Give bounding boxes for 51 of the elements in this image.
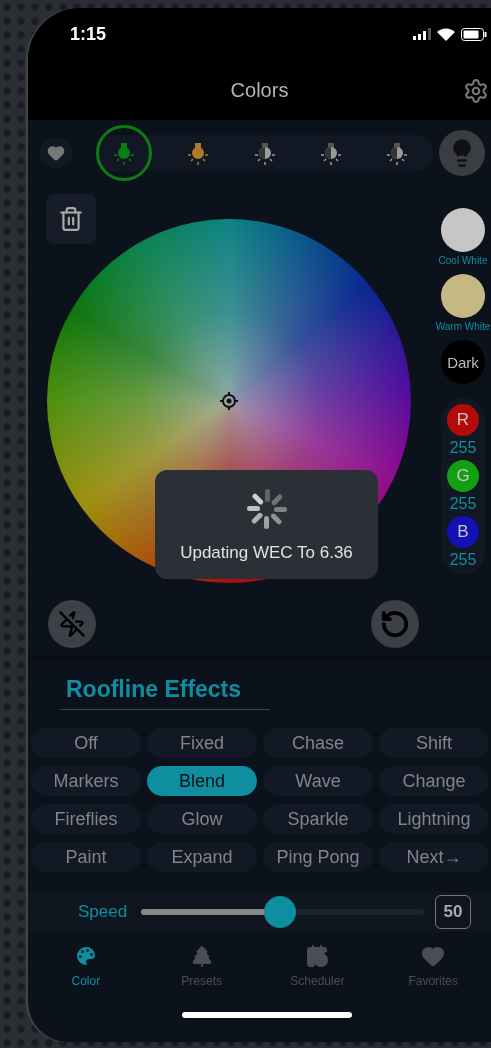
bulb-toggle-button[interactable] bbox=[439, 130, 485, 176]
channel-button[interactable]: R bbox=[447, 404, 479, 436]
effect-option[interactable]: Paint bbox=[31, 842, 141, 872]
heart-icon bbox=[421, 944, 446, 968]
speed-value: 50 bbox=[435, 895, 471, 929]
favorite-button[interactable] bbox=[40, 137, 72, 169]
reset-icon bbox=[380, 609, 410, 639]
color-swatch[interactable] bbox=[441, 274, 485, 318]
spinner-icon bbox=[244, 486, 289, 531]
effect-option[interactable]: Lightning bbox=[379, 804, 489, 834]
channel-button[interactable]: B bbox=[447, 516, 479, 548]
crosshair-icon[interactable] bbox=[220, 392, 238, 410]
speed-slider[interactable] bbox=[141, 896, 424, 928]
tab-item[interactable]: Color bbox=[35, 944, 136, 988]
effect-option[interactable]: Fixed bbox=[147, 728, 257, 758]
settings-icon[interactable] bbox=[463, 78, 489, 104]
effect-option[interactable]: Blend bbox=[147, 766, 257, 796]
effect-option[interactable]: Change bbox=[379, 766, 489, 796]
status-time: 1:15 bbox=[70, 23, 107, 45]
speed-label: Speed bbox=[78, 902, 129, 922]
swatch-label: Warm White bbox=[435, 321, 491, 332]
heart-icon bbox=[47, 144, 65, 162]
screen-title: Colors bbox=[230, 78, 289, 102]
trash-icon bbox=[58, 206, 84, 232]
battery-icon bbox=[461, 27, 487, 41]
effect-option[interactable]: Shift bbox=[379, 728, 489, 758]
effect-option[interactable]: Glow bbox=[147, 804, 257, 834]
effect-option[interactable]: Wave bbox=[263, 766, 373, 796]
bulb-button[interactable] bbox=[96, 125, 152, 181]
lightning-off-icon bbox=[58, 610, 86, 638]
channel-value: 255 bbox=[449, 551, 477, 569]
effect-option[interactable]: Off bbox=[31, 728, 141, 758]
calendar-icon bbox=[305, 944, 330, 968]
effect-option[interactable]: Expand bbox=[147, 842, 257, 872]
channel-value: 255 bbox=[449, 439, 477, 457]
color-swatch[interactable]: Dark bbox=[441, 340, 485, 384]
effect-option[interactable]: Sparkle bbox=[263, 804, 373, 834]
effect-option[interactable]: Next→ bbox=[379, 842, 489, 872]
swatch-label: Cool White bbox=[438, 255, 488, 266]
toast-message: Updating WEC To 6.36 bbox=[180, 542, 353, 563]
effect-option[interactable]: Ping Pong bbox=[263, 842, 373, 872]
slider-thumb[interactable] bbox=[263, 896, 296, 928]
channel-value: 255 bbox=[449, 495, 477, 513]
section-title: Roofline Effects bbox=[60, 676, 270, 710]
effect-option[interactable]: Chase bbox=[263, 728, 373, 758]
color-swatch[interactable] bbox=[441, 208, 485, 252]
delete-button[interactable] bbox=[46, 194, 96, 244]
wifi-icon bbox=[437, 27, 455, 41]
signal-icon bbox=[413, 28, 431, 40]
effect-option[interactable]: Markers bbox=[31, 766, 141, 796]
effect-option[interactable]: Fireflies bbox=[31, 804, 141, 834]
